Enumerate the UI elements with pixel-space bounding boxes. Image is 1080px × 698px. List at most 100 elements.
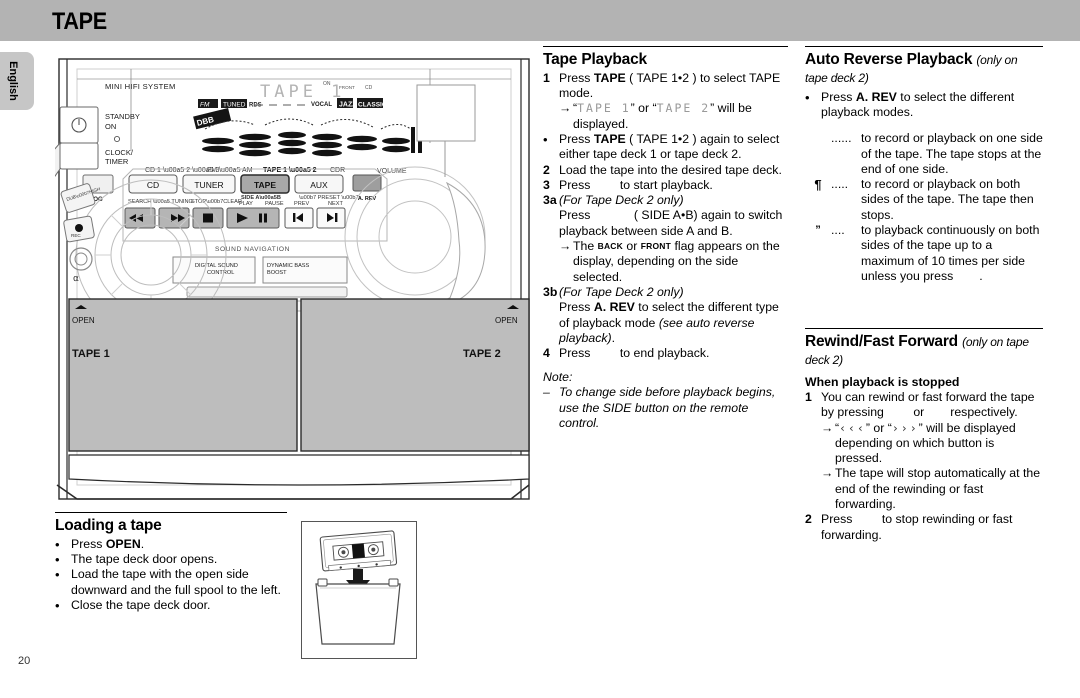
svg-text:CONTROL: CONTROL [207, 270, 234, 276]
svg-text:NEXT: NEXT [328, 201, 344, 207]
svg-text:TAPE 1: TAPE 1 [260, 82, 345, 102]
mode-1-symbol [805, 131, 831, 177]
loading-a-tape-section: Loading a tape • Press OPEN. • The tape … [55, 512, 287, 613]
arrow-3a-pre: The [573, 239, 598, 254]
svg-text:VOCAL: VOCAL [311, 102, 332, 108]
arev-button-reference: A. REV [855, 89, 897, 104]
step-marker: 1 [543, 70, 550, 85]
mode-3-text: to playback continuously on both sides o… [861, 223, 1040, 283]
result-line: → The BACK or FRONT flag appears on the … [543, 239, 788, 285]
dash-marker: – [543, 385, 550, 400]
result-line: → “‹‹‹” or “›››” will be displayed depen… [805, 421, 1043, 467]
label-btn-tape: TAPE [254, 180, 276, 190]
language-tab-english: English [0, 52, 34, 110]
tape-button-reference: TAPE [593, 70, 626, 85]
note-text: To change side before playback begins, u… [559, 385, 776, 431]
label-clock: CLOCK/ [105, 148, 134, 157]
lcd-text-tape-2: TAPE 2 [656, 101, 711, 116]
tape-button-reference: TAPE [593, 132, 626, 146]
list-item: 1 Press TAPE ( TAPE 1•2 ) to select TAPE… [543, 71, 788, 102]
label-source-fm: FM \u00a5 AM [207, 167, 253, 174]
note-heading: Note: [543, 370, 573, 385]
tape-playback-heading: Tape Playback [543, 51, 647, 68]
result-line: → The tape will stop automatically at th… [805, 466, 1043, 512]
list-item: • Press TAPE ( TAPE 1•2 ) again to selec… [543, 132, 788, 163]
auto-reverse-bullet-pre: Press [821, 89, 856, 104]
step-marker: 4 [543, 346, 550, 361]
rff-step-2-pre: Press [821, 512, 856, 527]
label-source-tape: TAPE 1 \u00a5 2 [263, 167, 317, 174]
label-btn-tuner: TUNER [194, 180, 223, 190]
loading-bullet-3-text: Load the tape with the open side downwar… [71, 567, 281, 597]
rff-arrow-2-text: The tape will stop automatically at the … [835, 466, 1041, 511]
step-3b-body: Press A. REV to select the different typ… [543, 300, 788, 346]
svg-text:TUNED: TUNED [223, 102, 246, 109]
auto-reverse-mode: ...... to record or playback on one side… [805, 131, 1043, 177]
svg-text:ON: ON [323, 81, 331, 87]
tape-deck-1-door [68, 298, 298, 452]
label-tape-2: TAPE 2 [463, 348, 501, 360]
label-btn-cd: CD [147, 180, 159, 190]
lcd-fast-forward-symbol: ››› [891, 420, 919, 435]
page-number: 20 [18, 655, 31, 667]
loading-bullet-1-text: Press [71, 536, 106, 551]
step-3-pre: Press [559, 177, 594, 192]
bullet-marker: • [543, 132, 548, 147]
label-timer: TIMER [105, 157, 129, 166]
step-marker: 2 [543, 162, 550, 177]
mode-3-trailing: . [979, 268, 983, 283]
back-flag-label: BACK [597, 241, 623, 252]
section-rule [543, 46, 788, 47]
auto-reverse-heading: Auto Reverse Playback [805, 51, 973, 68]
step-marker: 1 [805, 389, 812, 404]
note-item: – To change side before playback begins,… [543, 385, 788, 431]
mode-1-dots: ...... [831, 131, 852, 146]
step-3-post: to start playback. [619, 177, 713, 192]
svg-text:FRONT: FRONT [339, 85, 355, 90]
step-3a-body: Press ( SIDE A•B) again to switch playba… [543, 208, 788, 239]
quote-mid: ” or “ [865, 420, 892, 435]
cassette-loading-illustration [301, 521, 417, 659]
section-rule [805, 46, 1043, 47]
list-item: 3a (For Tape Deck 2 only) [543, 193, 788, 208]
svg-text:PAUSE: PAUSE [265, 201, 284, 207]
mode-2-symbol: ¶ [814, 177, 822, 193]
rff-step-1-mid: or [913, 405, 925, 420]
list-item: 3 Press to start playback. [543, 178, 788, 193]
when-playback-stopped-heading: When playback is stopped [805, 374, 960, 389]
svg-text:PREV: PREV [294, 201, 310, 207]
bullet-marker: • [55, 536, 60, 552]
step-3b-subhead: (For Tape Deck 2 only) [559, 284, 684, 299]
label-open-right: OPEN [495, 316, 518, 325]
label-standby: STANDBY [105, 112, 140, 121]
tape-playback-section: Tape Playback 1 Press TAPE ( TAPE 1•2 ) … [543, 46, 788, 431]
svg-text:JAZZ: JAZZ [339, 102, 357, 109]
arrow-3a-mid: or [622, 239, 641, 254]
svg-text:STOP\u00b7CLEAR: STOP\u00b7CLEAR [191, 199, 242, 205]
step-3b-end: . [611, 330, 616, 345]
front-flag-label: FRONT [640, 241, 672, 252]
mini-hifi-illustration: STANDBY ON CLOCK/ TIMER MINI HIFI SYSTEM… [55, 55, 533, 503]
bullet-marker: • [55, 567, 60, 583]
mode-2-text: to record or playback on both sides of t… [861, 177, 1034, 222]
page-title: TAPE [52, 8, 107, 35]
loading-a-tape-heading: Loading a tape [55, 517, 162, 534]
page-header-bar: TAPE [0, 0, 1080, 41]
rewind-ff-heading: Rewind/Fast Forward [805, 333, 958, 350]
svg-text:BOOST: BOOST [267, 270, 287, 276]
mode-3-dots: .... [831, 223, 845, 237]
step-2-text: Load the tape into the desired tape deck… [559, 162, 782, 177]
step-marker: 2 [805, 512, 812, 527]
svg-text:PLAY: PLAY [239, 201, 253, 207]
svg-text:DYNAMIC BASS: DYNAMIC BASS [267, 263, 310, 269]
label-volume: VOLUME [377, 168, 407, 175]
list-item: • Close the tape deck door. [55, 598, 287, 613]
list-item: 2 Load the tape into the desired tape de… [543, 163, 788, 178]
svg-text:⍺: ⍺ [73, 274, 79, 284]
loading-bullet-4-text: Close the tape deck door. [71, 598, 211, 612]
mode-3-symbol: ” [815, 224, 821, 236]
step-marker: 3 [543, 177, 550, 192]
list-item: • The tape deck door opens. [55, 552, 287, 567]
label-mini-hifi: MINI HIFI SYSTEM [105, 82, 176, 91]
loading-bullet-2-text: The tape deck door opens. [71, 552, 218, 567]
